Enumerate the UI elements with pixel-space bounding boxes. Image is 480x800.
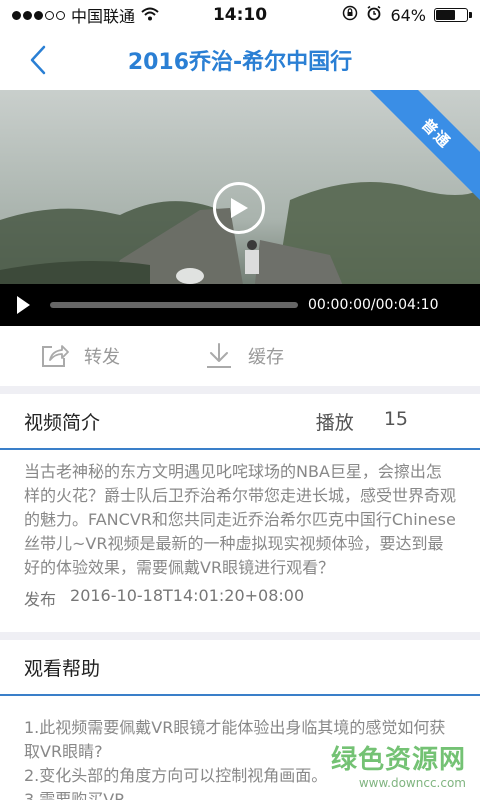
share-label: 转发 [84,347,120,368]
action-row: 转发 缓存 [0,326,480,386]
control-play-button[interactable] [0,284,46,326]
cache-label: 缓存 [248,347,284,368]
status-right: 64% [298,5,472,25]
share-icon [42,345,69,367]
play-icon [231,198,248,218]
alarm-icon [366,5,382,25]
share-button[interactable]: 转发 [40,343,120,369]
watermark-title: 绿色资源网 [330,745,466,775]
publish-info: 发布 2016-10-18T14:01:20+08:00 [0,580,480,610]
battery-icon [434,8,472,22]
play-count: 播放 15 [316,408,408,435]
nav-bar: 2016乔治-希尔中国行 [0,30,480,90]
progress-bar[interactable] [50,302,298,308]
play-button[interactable] [213,182,265,234]
wifi-icon [141,6,159,25]
intro-header: 视频简介 播放 15 [0,394,480,450]
carrier-label: 中国联通 [71,7,136,26]
video-intro-section: 视频简介 播放 15 当古老神秘的东方文明遇见叱咤球场的NBA巨星，会擦出怎样的… [0,394,480,632]
back-button[interactable] [20,42,56,78]
status-time: 14:10 [212,5,268,25]
rotation-lock-icon [342,5,358,25]
status-bar: 中国联通 14:10 64% [0,0,480,30]
help-heading: 观看帮助 [24,657,101,680]
cache-button[interactable]: 缓存 [204,342,284,370]
publish-time: 2016-10-18T14:01:20+08:00 [70,586,305,605]
watermark-url: www.downcc.com [358,776,466,790]
signal-strength-icon [12,10,65,20]
battery-percent: 64% [390,5,426,25]
publish-label: 发布 [24,590,57,609]
play-count-label: 播放 [315,411,354,434]
play-count-value: 15 [383,407,408,430]
video-description: 当古老神秘的东方文明遇见叱咤球场的NBA巨星，会擦出怎样的火花？爵士队后卫乔治希… [24,462,457,577]
time-display: 00:00:00/00:04:10 [308,297,439,313]
help-header: 观看帮助 [0,640,480,696]
status-left: 中国联通 [12,3,182,27]
video-player[interactable]: 普通 00:00:00/00:04:10 [0,90,480,326]
intro-heading: 视频简介 [24,411,101,434]
chevron-left-icon [30,45,46,75]
page-title: 2016乔治-希尔中国行 [127,50,353,75]
download-icon [207,343,231,368]
video-controls: 00:00:00/00:04:10 [0,284,480,326]
watermark: 绿色资源网 www.downcc.com [331,739,466,790]
play-icon [17,296,30,314]
